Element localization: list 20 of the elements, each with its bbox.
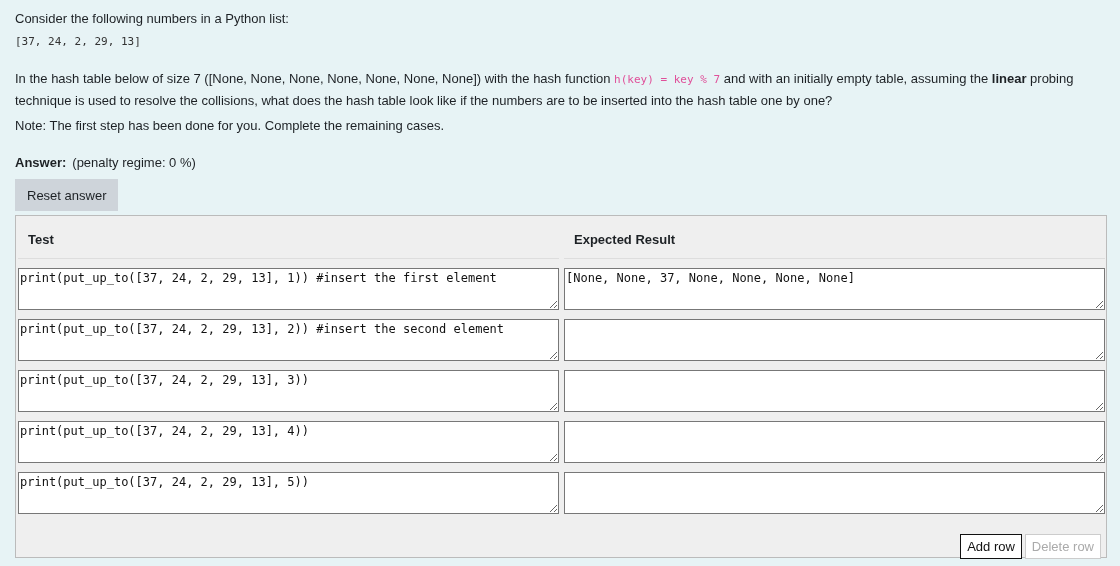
column-header: Test [18,216,559,259]
question-text: In the hash table below of size 7 ([None, None, None, None, None, None, None]) with the hash function h(key) = key % 7 and with an initially empty table, assuming the linear probing technique is used to resolve the collisions, what does the hash table look like if the numbers are to be inserted into the hash table one by one? [15,70,1075,110]
expected-result-field[interactable] [564,472,1105,514]
test-input-field[interactable]: print(put_up_to([37, 24, 2, 29, 13], 1)) #insert the first element [18,268,559,310]
penalty-text: (penalty regime: 0 %) [72,154,196,172]
expected-result-field[interactable]: [None, None, 37, None, None, None, None] [564,268,1105,310]
note-text: Note: The first step has been done for you. Complete the remaining cases. [15,117,445,135]
expected-result-field[interactable] [564,370,1105,412]
column-header: Expected Result [564,216,1105,259]
answer-label: Answer: [15,154,67,172]
expected-result-field[interactable] [564,319,1105,361]
number-list: [37, 24, 2, 29, 13] [15,35,1105,48]
test-input-field[interactable]: print(put_up_to([37, 24, 2, 29, 13], 2)) #insert the second element [18,319,559,361]
expected-result-field[interactable] [564,421,1105,463]
test-input-field[interactable]: print(put_up_to([37, 24, 2, 29, 13], 3)) [18,370,559,412]
intro-text: Consider the following numbers in a Python list: [15,10,290,28]
test-input-field[interactable]: print(put_up_to([37, 24, 2, 29, 13], 5)) [18,472,559,514]
table-row-button[interactable]: Add row [960,534,1022,559]
reset-answer-button[interactable]: Reset answer [15,179,119,211]
test-input-field[interactable]: print(put_up_to([37, 24, 2, 29, 13], 4)) [18,421,559,463]
